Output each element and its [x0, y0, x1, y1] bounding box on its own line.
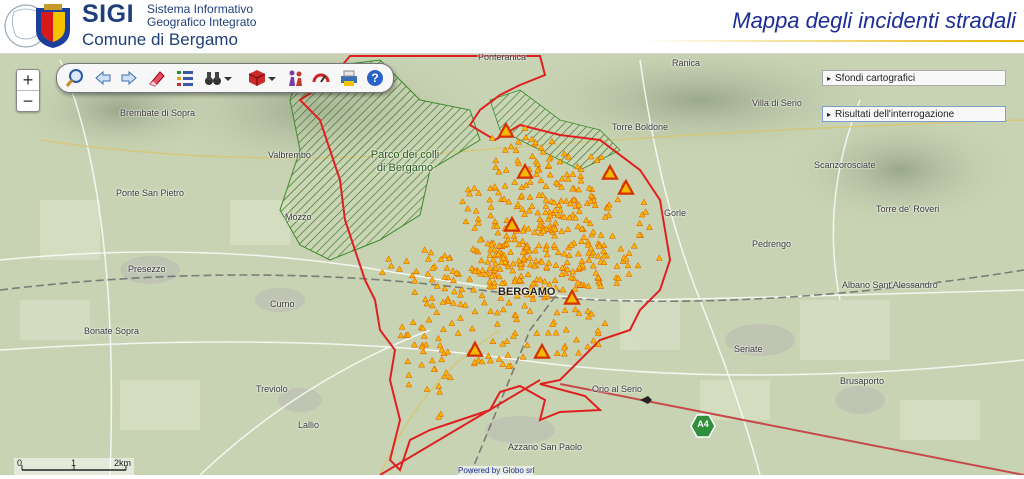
municipality-name: Comune di Bergamo: [82, 30, 238, 49]
page-title: Mappa degli incidenti stradali: [732, 8, 1016, 33]
place-label: Bonate Sopra: [84, 326, 140, 336]
place-label: Torre de' Roveri: [876, 204, 940, 214]
place-label: Pedrengo: [752, 239, 792, 249]
place-label: Azzano San Paolo: [508, 442, 583, 452]
sigi-logo-text: SIGI: [82, 0, 135, 28]
place-label: Ponteranica: [478, 54, 527, 62]
place-label: Torre Boldone: [612, 122, 669, 132]
chevron-down-icon[interactable]: [267, 68, 277, 88]
place-label: Curno: [270, 299, 295, 309]
place-label: Valbrembo: [268, 150, 311, 160]
scale-mid-label: 1: [71, 458, 77, 468]
place-label: Albano Sant'Alessandro: [842, 280, 938, 290]
subtitle-line-2: Geografico Integrato: [147, 15, 257, 29]
triangle-right-icon: ▸: [827, 74, 832, 83]
query-results-panel-toggle[interactable]: ▸ Risultati dell'interrogazione: [822, 106, 1006, 122]
scale-start-label: 0: [17, 458, 23, 468]
city-label: BERGAMO: [498, 286, 556, 298]
scale-bar: 0 1 2km: [14, 458, 134, 475]
place-label: Presezzo: [128, 264, 166, 274]
park-label: Parco dei colli di Bergamo: [370, 149, 440, 174]
place-label: Ranica: [672, 58, 701, 68]
chevron-down-icon[interactable]: [223, 68, 233, 88]
place-label: Gorle: [664, 208, 687, 218]
forward-arrow-icon[interactable]: [119, 68, 139, 88]
subtitle-line-1: Sistema Informativo: [147, 2, 254, 16]
app-header: SIGI Sistema Informativo Geografico Inte…: [0, 0, 1024, 54]
motorway-label: A4: [697, 419, 709, 429]
place-label: Brembate di Sopra: [120, 108, 196, 118]
motorway-shield: A4: [690, 414, 716, 438]
layers-list-icon[interactable]: [175, 68, 195, 88]
title-underline: [640, 40, 1024, 42]
place-label: Lallio: [298, 420, 320, 430]
cube-icon[interactable]: [247, 68, 267, 88]
place-label: Brusaporto: [840, 376, 885, 386]
zoom-in-button[interactable]: +: [17, 70, 39, 90]
place-label: Orio al Serio: [592, 384, 643, 394]
speed-icon[interactable]: [311, 68, 331, 88]
scale-end-label: 2km: [114, 458, 132, 468]
print-icon[interactable]: [339, 68, 359, 88]
place-label: Seriate: [734, 344, 763, 354]
binoculars-icon[interactable]: [203, 68, 223, 88]
triangle-right-icon: ▸: [827, 110, 832, 119]
place-label: Ponte San Pietro: [116, 188, 185, 198]
query-results-label: Risultati dell'interrogazione: [835, 109, 955, 120]
place-label: Scanzorosciate: [814, 160, 876, 170]
basemaps-label: Sfondi cartografici: [835, 73, 916, 84]
eraser-icon[interactable]: [147, 68, 167, 88]
zoom-out-button[interactable]: −: [17, 90, 39, 111]
svg-text:?: ?: [371, 71, 378, 85]
people-icon[interactable]: [285, 68, 305, 88]
zoom-glass-icon[interactable]: [65, 68, 85, 88]
place-label: Mozzo: [285, 212, 312, 222]
bergamo-logo: [4, 2, 79, 50]
zoom-control: + −: [16, 69, 40, 112]
map-toolbar: ?: [56, 63, 394, 93]
help-icon[interactable]: ?: [365, 68, 385, 88]
basemaps-panel-toggle[interactable]: ▸ Sfondi cartografici: [822, 70, 1006, 86]
powered-by: Powered by Globo srl: [458, 466, 535, 475]
place-label: Treviolo: [256, 384, 288, 394]
back-arrow-icon[interactable]: [93, 68, 113, 88]
place-label: Villa di Serio: [752, 98, 802, 108]
